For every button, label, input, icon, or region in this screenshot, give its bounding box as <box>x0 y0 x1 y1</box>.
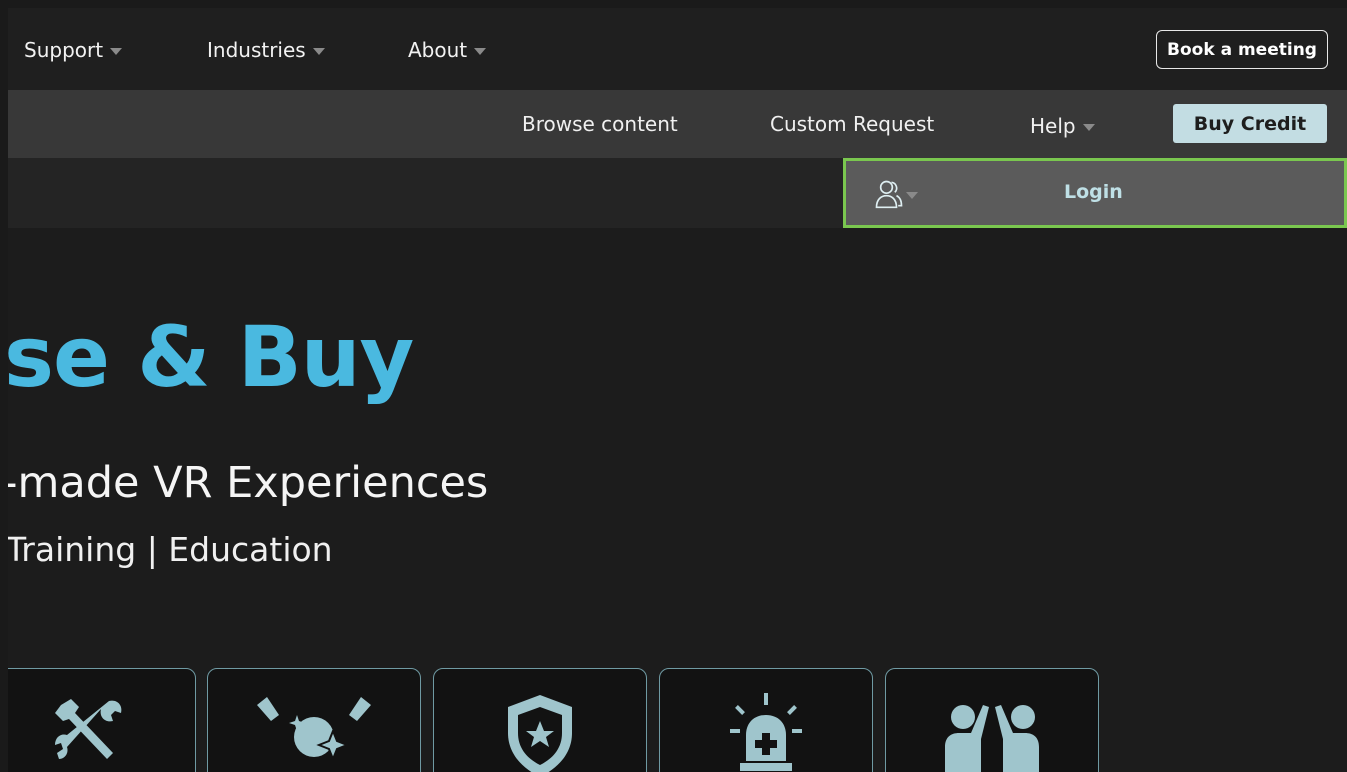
login-area: Login <box>843 158 1347 228</box>
chevron-down-icon <box>474 47 487 55</box>
category-tile-emergency[interactable] <box>659 668 873 772</box>
category-tile-entertainment[interactable] <box>207 668 421 772</box>
category-tile-security[interactable] <box>433 668 647 772</box>
chevron-down-icon <box>906 191 918 199</box>
page-frame: Support Industries About Book a meeting … <box>8 8 1347 772</box>
nav-support[interactable]: Support <box>24 38 123 62</box>
book-meeting-button[interactable]: Book a meeting <box>1156 30 1328 69</box>
category-tile-maintenance[interactable] <box>8 668 196 772</box>
buy-credit-button[interactable]: Buy Credit <box>1173 104 1327 143</box>
users-icon[interactable] <box>874 175 918 213</box>
user-bar: Login <box>8 158 1347 228</box>
shield-star-icon <box>508 695 572 772</box>
nav-industries[interactable]: Industries <box>207 38 325 62</box>
category-tile-teamwork[interactable] <box>885 668 1099 772</box>
nav-support-label: Support <box>24 38 104 62</box>
hero-subtitle: -made VR Experiences <box>8 458 489 508</box>
spotlight-icon <box>257 697 371 762</box>
chevron-down-icon <box>312 47 325 55</box>
tools-icon <box>55 699 122 759</box>
nav-about-label: About <box>408 38 468 62</box>
browse-content-link[interactable]: Browse content <box>522 112 678 136</box>
hero-tagline: Training | Education <box>8 530 333 569</box>
hero-title: se & Buy <box>8 308 414 406</box>
top-navigation: Support Industries About Book a meeting <box>8 8 1347 90</box>
login-link[interactable]: Login <box>1064 181 1123 203</box>
help-label: Help <box>1030 114 1076 138</box>
chevron-down-icon <box>1082 123 1095 131</box>
nav-industries-label: Industries <box>207 38 306 62</box>
chevron-down-icon <box>110 47 123 55</box>
alarm-light-icon <box>730 693 802 771</box>
sub-navigation: Browse content Custom Request Help Buy C… <box>8 90 1347 158</box>
nav-about[interactable]: About <box>408 38 487 62</box>
people-highfive-icon <box>945 705 1039 772</box>
help-menu[interactable]: Help <box>1030 114 1095 138</box>
custom-request-link[interactable]: Custom Request <box>770 112 934 136</box>
